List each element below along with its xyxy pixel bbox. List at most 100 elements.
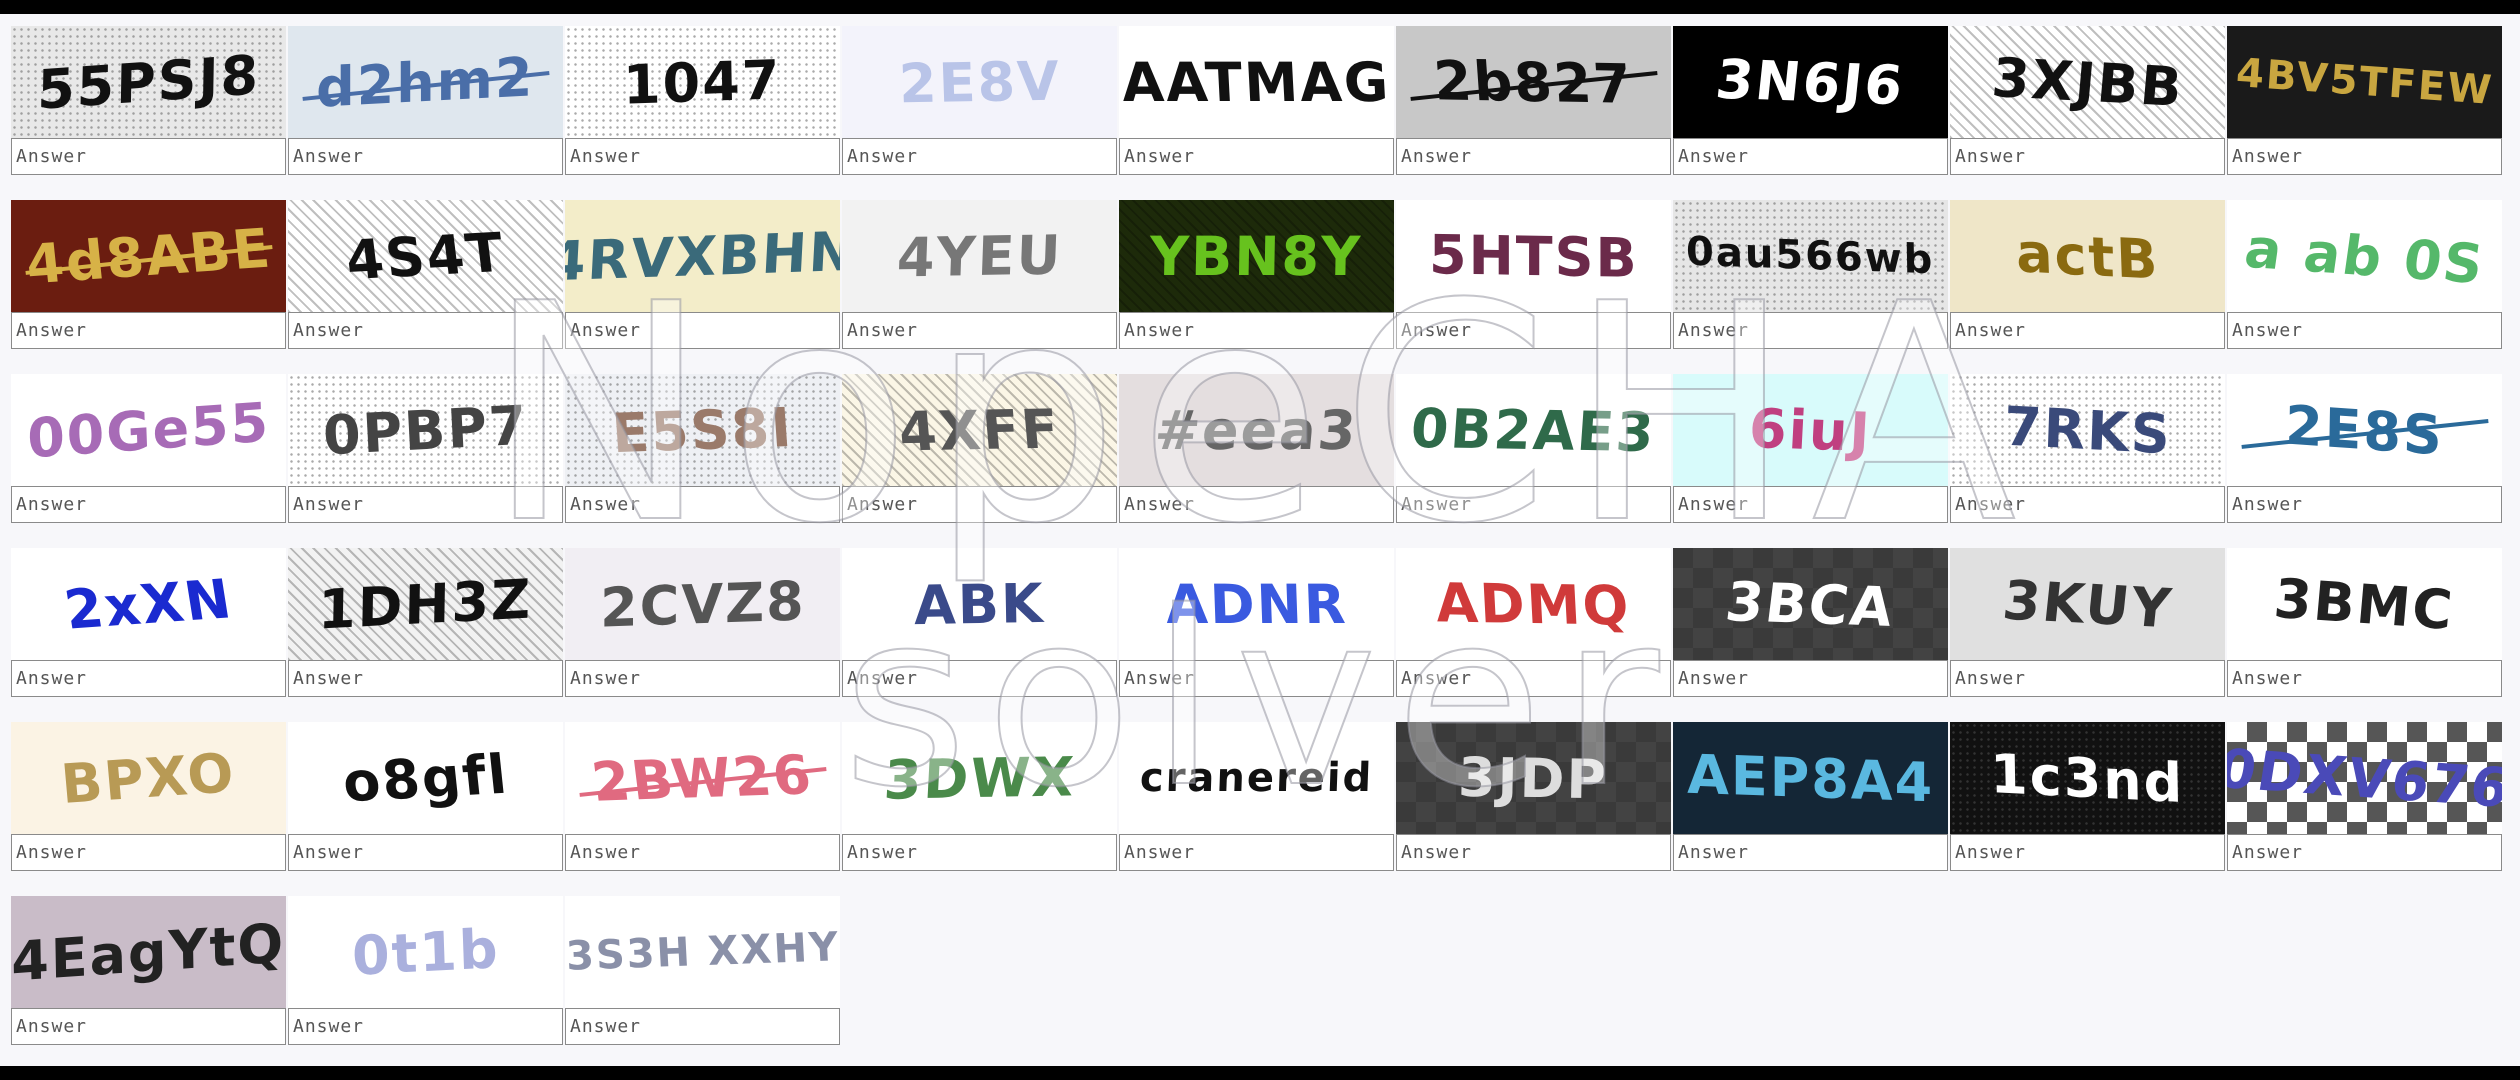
answer-input[interactable] [1673,660,1948,697]
captcha-cell: 0B2AE3 [1396,374,1671,548]
answer-input[interactable] [11,1008,286,1045]
captcha-cell: 2BW26 [565,722,840,896]
captcha-grid: 55PSJ8 d2hm2 1047 2E8V AATMAG 2b827 3N6J6 3XJBB… [11,26,2502,1066]
captcha-image: 5HTSB [1396,200,1671,312]
captcha-cell: E5S8I [565,374,840,548]
captcha-cell: a ab 0S [2227,200,2502,374]
answer-input[interactable] [11,660,286,697]
captcha-cell: 4EagYtQ [11,896,286,1066]
captcha-image: 3DWX [842,722,1117,834]
captcha-image: 0DXV676 [2227,722,2502,834]
answer-input[interactable] [1396,834,1671,871]
captcha-cell: 1DH3Z [288,548,563,722]
captcha-image: ADNR [1119,548,1394,660]
captcha-text: 2CVZ8 [599,568,806,640]
answer-input[interactable] [565,834,840,871]
captcha-text: 4XFF [896,397,1063,463]
captcha-image: 3JDP [1396,722,1671,834]
answer-input[interactable] [1950,834,2225,871]
answer-input[interactable] [1396,312,1671,349]
answer-input[interactable] [288,138,563,175]
captcha-cell: 00Ge55 [11,374,286,548]
answer-input[interactable] [565,1008,840,1045]
captcha-cell: 3N6J6 [1673,26,1948,200]
captcha-cell: 2CVZ8 [565,548,840,722]
captcha-image: 3BMC [2227,548,2502,660]
answer-input[interactable] [1950,660,2225,697]
answer-input[interactable] [11,312,286,349]
answer-input[interactable] [1119,312,1394,349]
answer-input[interactable] [1950,312,2225,349]
captcha-text: 5HTSB [1428,222,1639,290]
captcha-cell: 1c3nd [1950,722,2225,896]
captcha-text: AATMAG [1120,50,1393,114]
captcha-cell: AATMAG [1119,26,1394,200]
captcha-text: 0DXV676 [2227,736,2502,820]
answer-input[interactable] [565,312,840,349]
answer-input[interactable] [1119,486,1394,523]
answer-input[interactable] [842,138,1117,175]
answer-input[interactable] [1673,834,1948,871]
captcha-text: 4S4T [342,220,509,292]
answer-input[interactable] [1396,138,1671,175]
answer-input[interactable] [288,660,563,697]
captcha-image: actB [1950,200,2225,312]
answer-input[interactable] [565,486,840,523]
captcha-text: 3KUY [1999,568,2176,640]
captcha-image: d2hm2 [288,26,563,138]
captcha-text: 3JDP [1457,745,1610,811]
captcha-text: 2xXN [60,566,237,642]
answer-input[interactable] [1396,660,1671,697]
captcha-image: 7RKS [1950,374,2225,486]
answer-input[interactable] [288,1008,563,1045]
answer-input[interactable] [1950,486,2225,523]
answer-input[interactable] [842,660,1117,697]
captcha-image: 0au566wb [1673,200,1948,312]
answer-input[interactable] [565,660,840,697]
answer-input[interactable] [1950,138,2225,175]
captcha-cell: YBN8Y [1119,200,1394,374]
answer-input[interactable] [11,486,286,523]
captcha-image: 4EagYtQ [11,896,286,1008]
captcha-cell: 3XJBB [1950,26,2225,200]
captcha-image: YBN8Y [1119,200,1394,312]
answer-input[interactable] [288,834,563,871]
captcha-text: a ab 0S [2240,216,2489,296]
answer-input[interactable] [1119,138,1394,175]
answer-input[interactable] [2227,834,2502,871]
answer-input[interactable] [288,312,563,349]
answer-input[interactable] [2227,660,2502,697]
captcha-text: 2b827 [1431,48,1636,116]
answer-input[interactable] [2227,312,2502,349]
answer-input[interactable] [842,486,1117,523]
captcha-text: E5S8I [609,395,796,465]
captcha-image: 3S3H XXHY [565,896,840,1008]
captcha-text: 1DH3Z [317,566,534,642]
answer-input[interactable] [1673,138,1948,175]
answer-input[interactable] [1119,660,1394,697]
answer-input[interactable] [1119,834,1394,871]
captcha-cell: d2hm2 [288,26,563,200]
answer-input[interactable] [2227,138,2502,175]
answer-input[interactable] [11,138,286,175]
answer-input[interactable] [2227,486,2502,523]
answer-input[interactable] [288,486,563,523]
answer-input[interactable] [1673,312,1948,349]
answer-input[interactable] [842,312,1117,349]
captcha-text: o8gfl [339,742,512,814]
captcha-cell: o8gfl [288,722,563,896]
answer-input[interactable] [842,834,1117,871]
captcha-image: 3BCA [1673,548,1948,660]
captcha-text: 4EagYtQ [11,910,286,994]
captcha-cell: 3BCA [1673,548,1948,722]
captcha-text: AEP8A4 [1686,742,1935,814]
captcha-image: 0PBP7 [288,374,563,486]
answer-input[interactable] [1396,486,1671,523]
answer-input[interactable] [1673,486,1948,523]
answer-input[interactable] [565,138,840,175]
captcha-text: 4RVXBHN [565,219,840,293]
captcha-cell: 1047 [565,26,840,200]
captcha-image: 4BV5TFEW [2227,26,2502,138]
answer-input[interactable] [11,834,286,871]
captcha-text: 3S3H XXHY [565,924,840,980]
